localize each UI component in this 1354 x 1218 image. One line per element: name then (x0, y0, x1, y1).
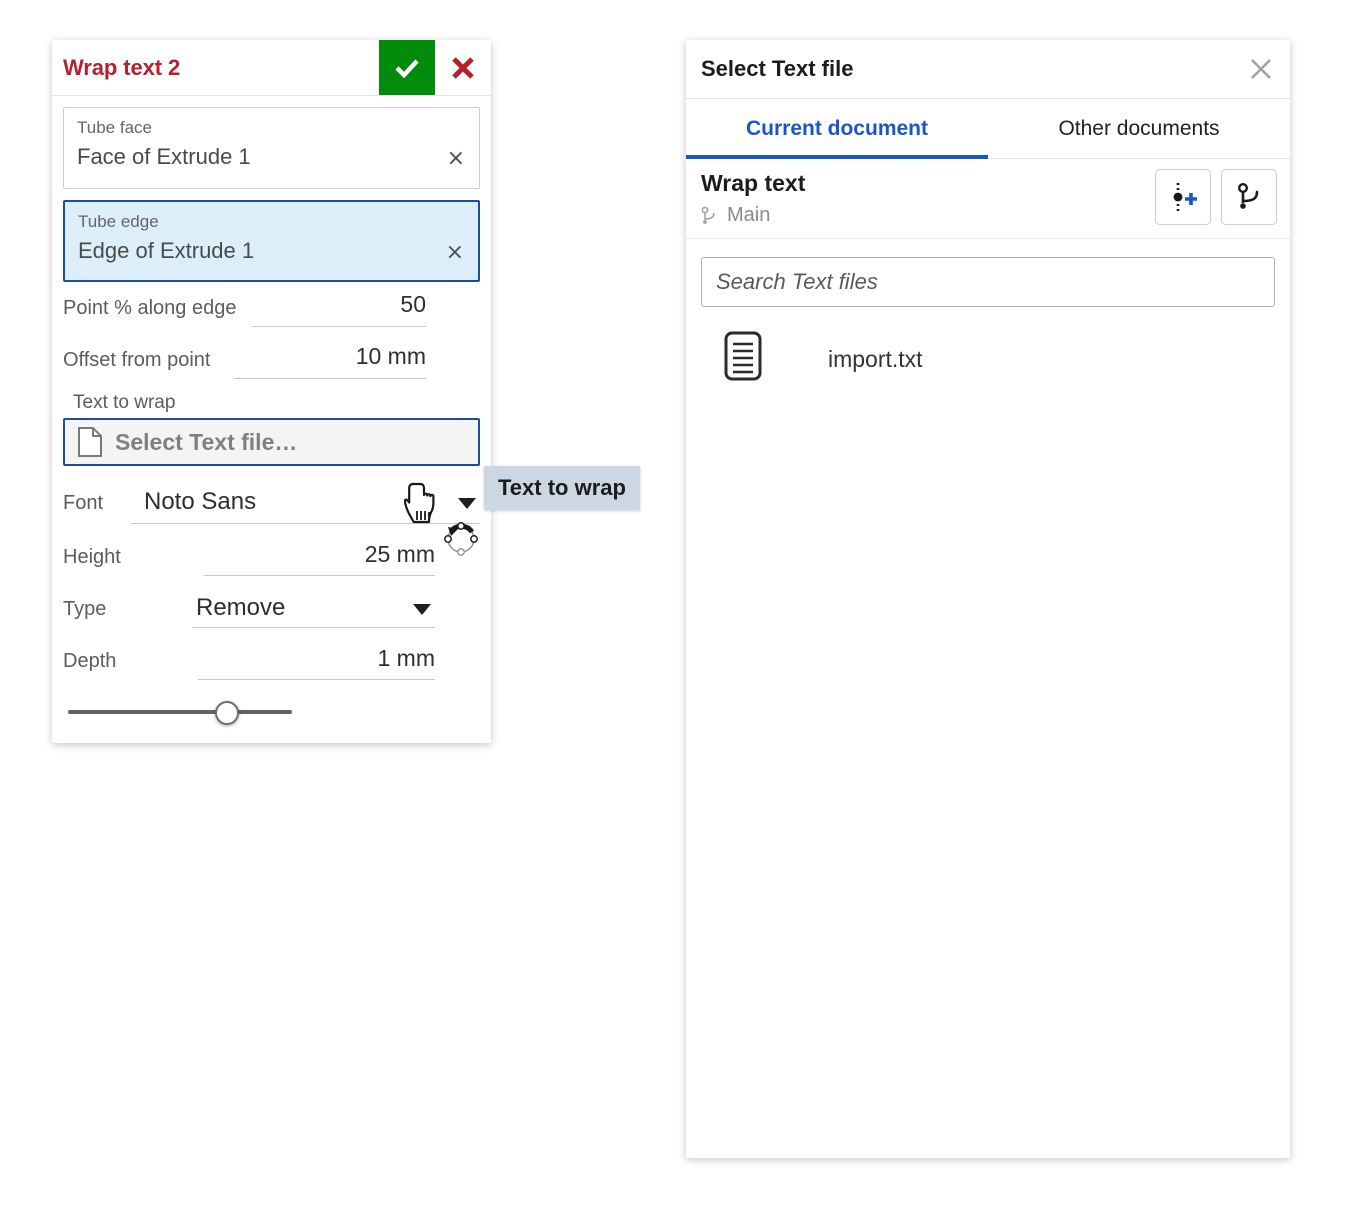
tooltip: Text to wrap (484, 466, 640, 510)
rotate-flip-icon (439, 517, 483, 561)
tab-other-documents[interactable]: Other documents (988, 99, 1290, 158)
type-select-value[interactable]: Remove (196, 594, 285, 622)
type-label: Type (63, 598, 106, 621)
select-file-titlebar: Select Text file (686, 40, 1290, 99)
font-underline (131, 523, 480, 524)
depth-label: Depth (63, 650, 116, 673)
add-version-button[interactable] (1155, 169, 1211, 225)
tube-face-value: Face of Extrude 1 (77, 144, 251, 170)
tube-edge-value: Edge of Extrude 1 (78, 238, 254, 264)
search-container (686, 239, 1290, 307)
point-percent-label: Point % along edge (63, 297, 236, 320)
close-button[interactable] (1232, 56, 1290, 82)
document-icon (77, 426, 103, 458)
chevron-down-icon[interactable] (458, 498, 476, 509)
tab-other-documents-label: Other documents (1058, 117, 1219, 141)
slider-thumb[interactable] (215, 701, 239, 725)
point-percent-row: Point % along edge 50 (63, 282, 480, 334)
point-percent-input[interactable]: 50 (400, 291, 426, 318)
document-name: Wrap text (701, 170, 805, 197)
cancel-button[interactable] (435, 40, 491, 95)
height-underline (204, 575, 435, 576)
select-text-file-label: Select Text file… (115, 429, 297, 456)
tooltip-text: Text to wrap (498, 475, 626, 501)
branch-graph-button[interactable] (1221, 169, 1277, 225)
height-label: Height (63, 546, 121, 569)
depth-underline (198, 679, 435, 680)
file-name: import.txt (828, 346, 923, 373)
height-row: Height 25 mm (63, 531, 480, 583)
tube-edge-selector[interactable]: Tube edge Edge of Extrude 1 × (63, 200, 480, 282)
branch-graph-icon (1232, 180, 1266, 214)
dialog-body: Tube face Face of Extrude 1 × Tube edge … (52, 107, 491, 743)
accept-button[interactable] (379, 40, 435, 95)
slider-track[interactable] (68, 710, 292, 714)
tube-edge-clear-icon[interactable]: × (446, 242, 464, 264)
wrap-text-dialog: Wrap text 2 Tube face Face of Extrude 1 … (52, 40, 491, 743)
search-input[interactable] (701, 257, 1275, 307)
tube-edge-label: Tube edge (78, 212, 159, 232)
height-input[interactable]: 25 mm (365, 541, 435, 568)
tube-face-clear-icon[interactable]: × (447, 148, 465, 170)
depth-row: Depth 1 mm (63, 635, 480, 687)
branch-icon (701, 206, 719, 226)
select-text-file-dialog: Select Text file Current document Other … (686, 40, 1290, 1158)
tube-face-selector[interactable]: Tube face Face of Extrude 1 × (63, 107, 480, 189)
depth-slider[interactable] (63, 693, 480, 729)
font-select-value[interactable]: Noto Sans (144, 488, 256, 516)
type-row: Type Remove (63, 583, 480, 635)
offset-label: Offset from point (63, 349, 210, 372)
x-icon (448, 53, 478, 83)
rotate-flip-button[interactable] (439, 517, 483, 561)
tab-bar: Current document Other documents (686, 99, 1290, 159)
add-version-icon (1166, 180, 1200, 214)
select-text-file-button[interactable]: Select Text file… (63, 418, 480, 466)
offset-underline (234, 378, 426, 379)
branch-name: Main (727, 204, 770, 227)
select-file-title: Select Text file (686, 56, 1232, 82)
check-icon (392, 53, 422, 83)
text-file-icon (722, 330, 772, 388)
document-branch: Main (701, 204, 770, 227)
file-list: import.txt (686, 327, 1290, 391)
close-icon (1248, 56, 1274, 82)
font-label: Font (63, 492, 103, 515)
list-item[interactable]: import.txt (686, 327, 1290, 391)
depth-input[interactable]: 1 mm (378, 645, 436, 672)
tube-face-label: Tube face (77, 118, 152, 138)
tab-current-document-label: Current document (746, 117, 928, 141)
document-header: Wrap text Main (686, 159, 1290, 239)
document-actions (1155, 169, 1277, 225)
type-underline (192, 627, 435, 628)
tab-current-document[interactable]: Current document (686, 99, 988, 158)
point-percent-underline (252, 326, 426, 327)
offset-input[interactable]: 10 mm (356, 343, 426, 370)
text-to-wrap-label: Text to wrap (73, 392, 491, 414)
chevron-down-icon[interactable] (413, 604, 431, 615)
font-row: Font Noto Sans (63, 475, 480, 531)
page-title: Wrap text 2 (52, 40, 379, 95)
offset-row: Offset from point 10 mm (63, 334, 480, 386)
dialog-titlebar: Wrap text 2 (52, 40, 491, 96)
